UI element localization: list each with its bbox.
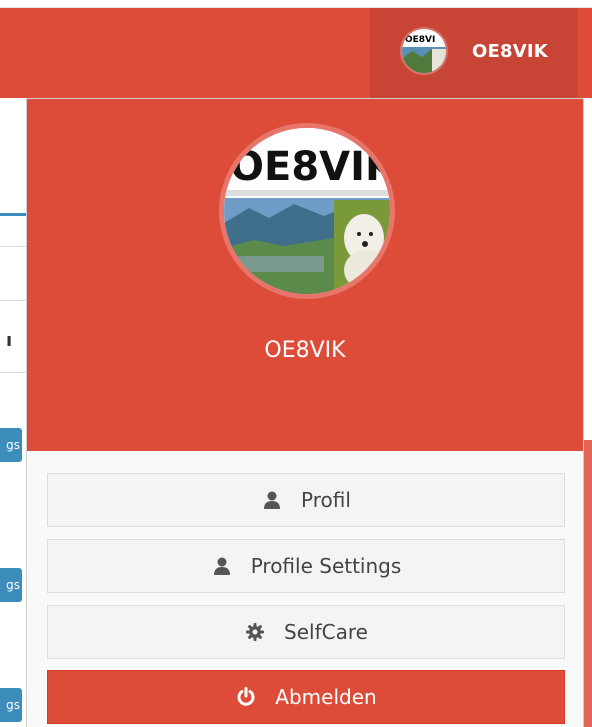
background-tab-underline bbox=[0, 213, 26, 216]
background-tag[interactable]: gs bbox=[0, 428, 22, 462]
profile-settings-button[interactable]: Profile Settings bbox=[47, 539, 565, 593]
logout-button-label: Abmelden bbox=[275, 685, 377, 709]
background-divider bbox=[0, 300, 26, 301]
user-icon bbox=[211, 555, 233, 577]
user-icon bbox=[261, 489, 283, 511]
logout-button[interactable]: Abmelden bbox=[47, 670, 565, 724]
background-divider bbox=[0, 372, 26, 373]
user-header-name: OE8VIK bbox=[264, 338, 346, 363]
user-avatar-icon: OE8VI bbox=[400, 27, 448, 75]
user-menu-body: Profil Profile Settings SelfCare Abmelde… bbox=[27, 451, 583, 727]
background-heading-fragment: ı bbox=[6, 330, 13, 351]
power-icon bbox=[235, 686, 257, 708]
gear-icon bbox=[244, 621, 266, 643]
background-tag[interactable]: gs bbox=[0, 688, 22, 722]
top-navbar: OE8VI OE8VIK bbox=[0, 8, 592, 98]
background-divider bbox=[0, 246, 26, 247]
profile-settings-button-label: Profile Settings bbox=[250, 554, 402, 578]
navbar-username: OE8VIK bbox=[472, 41, 548, 62]
selfcare-button[interactable]: SelfCare bbox=[47, 605, 565, 659]
profile-button[interactable]: Profil bbox=[47, 473, 565, 527]
selfcare-button-label: SelfCare bbox=[284, 620, 368, 644]
background-tag[interactable]: gs bbox=[0, 568, 22, 602]
avatar-plate-text: OE8VIK bbox=[230, 144, 390, 190]
svg-text:OE8VI: OE8VI bbox=[405, 35, 435, 45]
background-right-accent bbox=[584, 440, 592, 727]
user-menu-toggle[interactable]: OE8VI OE8VIK bbox=[370, 8, 578, 98]
user-avatar-large-icon: OE8VIK bbox=[219, 123, 395, 299]
window-top-border bbox=[0, 0, 592, 8]
profile-button-label: Profil bbox=[301, 488, 351, 512]
user-dropdown-menu: OE8VIK OE8VIK Profil Profile Settings Se… bbox=[26, 98, 584, 727]
user-header: OE8VIK OE8VIK bbox=[27, 99, 583, 451]
background-left-strip bbox=[0, 98, 26, 727]
